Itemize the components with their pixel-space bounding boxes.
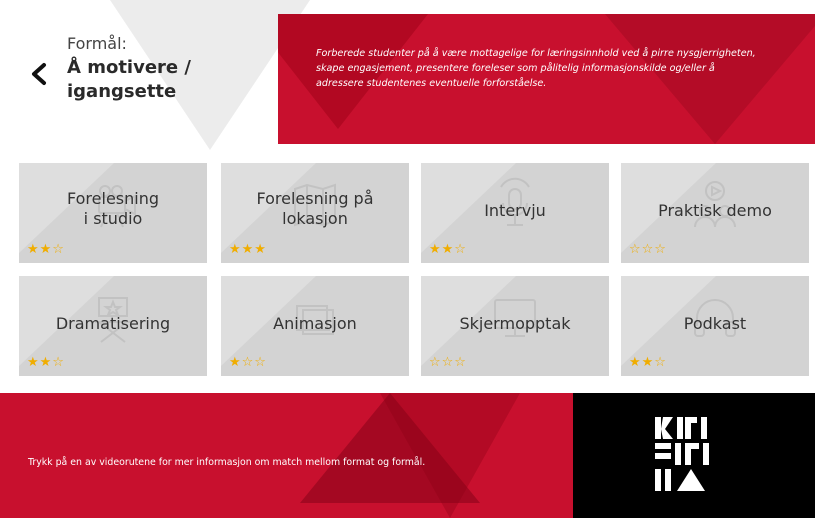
footer-logo-panel — [573, 393, 815, 518]
tile-label: Forelesning på lokasjon — [256, 189, 374, 228]
tile-label: Praktisk demo — [658, 201, 772, 220]
tile-forelesning-i-studio[interactable]: Forelesning i studio ★★☆ — [19, 163, 207, 263]
footer: Trykk på en av videorutene for mer infor… — [0, 393, 815, 518]
tile-skjermopptak[interactable]: Skjermopptak ☆☆☆ — [421, 276, 609, 376]
purpose-title: Å motivere / igangsette — [67, 57, 191, 102]
back-button[interactable] — [28, 62, 52, 86]
tile-label: Skjermopptak — [459, 314, 571, 333]
kristiania-logo — [655, 417, 709, 491]
footer-instruction: Trykk på en av videorutene for mer infor… — [28, 457, 426, 468]
rating-stars: ★★☆ — [27, 242, 65, 257]
tile-podkast[interactable]: Podkast ★★☆ — [621, 276, 809, 376]
decorative-triangle — [380, 393, 520, 518]
tile-forelesning-pa-lokasjon[interactable]: Forelesning på lokasjon ★★★ — [221, 163, 409, 263]
rating-stars: ☆☆☆ — [429, 355, 467, 370]
footer-instruction-panel: Trykk på en av videorutene for mer infor… — [0, 393, 573, 518]
chevron-left-icon — [32, 63, 46, 85]
rating-stars: ★★☆ — [429, 242, 467, 257]
purpose-description-panel: Forberede studenter på å være mottagelig… — [278, 14, 815, 144]
rating-stars: ☆☆☆ — [629, 242, 667, 257]
tile-label: Forelesning i studio — [67, 189, 159, 228]
rating-stars: ★★★ — [229, 242, 267, 257]
rating-stars: ★★☆ — [27, 355, 65, 370]
header: Formål: Å motivere / igangsette Forbered… — [0, 0, 815, 150]
tile-praktisk-demo[interactable]: Praktisk demo ☆☆☆ — [621, 163, 809, 263]
tile-label: Podkast — [683, 314, 747, 333]
tile-label: Intervju — [484, 201, 546, 220]
tile-label: Dramatisering — [55, 314, 171, 333]
purpose-label: Formål: — [67, 34, 127, 53]
tile-label: Animasjon — [273, 314, 357, 333]
purpose-description: Forberede studenter på å være mottagelig… — [316, 48, 756, 89]
rating-stars: ★☆☆ — [229, 355, 267, 370]
tile-intervju[interactable]: Intervju ★★☆ — [421, 163, 609, 263]
tile-animasjon[interactable]: Animasjon ★☆☆ — [221, 276, 409, 376]
tile-dramatisering[interactable]: Dramatisering ★★☆ — [19, 276, 207, 376]
rating-stars: ★★☆ — [629, 355, 667, 370]
